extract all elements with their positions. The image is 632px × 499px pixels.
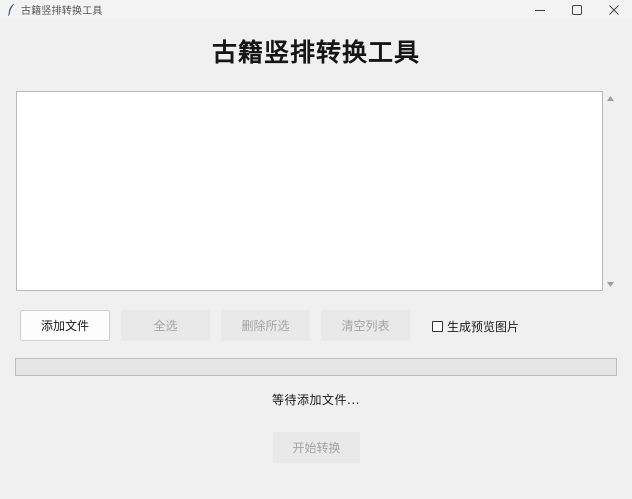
maximize-icon — [571, 4, 582, 15]
preview-checkbox-label: 生成预览图片 — [447, 319, 520, 334]
select-all-button[interactable]: 全选 — [121, 310, 210, 341]
scroll-down-arrow[interactable] — [604, 278, 617, 290]
window-title: 古籍竖排转换工具 — [21, 6, 103, 17]
maximize-button[interactable] — [558, 0, 595, 19]
start-conversion-button[interactable]: 开始转换 — [273, 432, 360, 463]
file-list-scrollbar[interactable] — [604, 91, 617, 291]
delete-selected-button[interactable]: 删除所选 — [221, 310, 310, 341]
minimize-icon — [534, 9, 545, 11]
scroll-up-arrow[interactable] — [604, 92, 617, 104]
clear-list-button[interactable]: 清空列表 — [321, 310, 410, 341]
progress-bar — [15, 358, 617, 376]
title-bar: 古籍竖排转换工具 — [0, 0, 632, 19]
page-title: 古籍竖排转换工具 — [211, 38, 420, 67]
file-list[interactable] — [16, 91, 603, 291]
scroll-down-icon — [607, 281, 614, 287]
status-text: 等待添加文件... — [272, 393, 360, 407]
feather-quill-icon — [5, 3, 17, 17]
preview-checkbox[interactable] — [432, 320, 443, 332]
add-files-button[interactable]: 添加文件 — [20, 310, 110, 341]
minimize-button[interactable] — [521, 0, 558, 19]
preview-option[interactable]: 生成预览图片 — [432, 318, 519, 334]
close-icon — [608, 4, 619, 15]
close-button[interactable] — [595, 0, 632, 19]
scroll-up-icon — [607, 95, 614, 101]
window-controls — [521, 0, 632, 19]
